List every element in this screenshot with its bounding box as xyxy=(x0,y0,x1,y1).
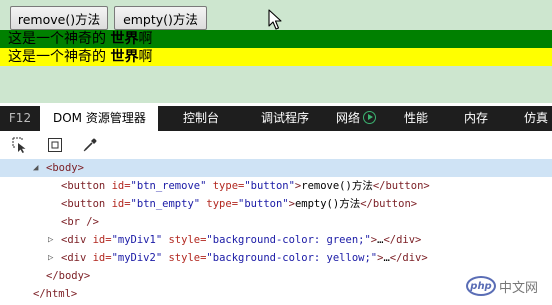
tag-open: <div xyxy=(61,234,93,246)
attr-value: "button" xyxy=(244,180,295,192)
attr-name: id= xyxy=(92,234,112,246)
tab-debugger[interactable]: 调试程序 xyxy=(261,106,309,131)
tab-network-label: 网络 xyxy=(336,111,361,125)
tree-node-br[interactable]: <br /> xyxy=(0,213,552,231)
my-div-1: 这是一个神奇的 世界啊 xyxy=(0,30,552,48)
expand-arrow-icon[interactable]: ▷ xyxy=(48,231,56,249)
tag-open: <button xyxy=(61,198,112,210)
tag-open: <button xyxy=(61,180,112,192)
remove-button[interactable]: remove()方法 xyxy=(10,6,108,30)
attr-name: id= xyxy=(92,252,112,264)
div1-bold: 世界 xyxy=(110,31,139,47)
tab-f12[interactable]: F12 xyxy=(0,106,40,131)
attr-name: type= xyxy=(206,180,245,192)
attr-name: style= xyxy=(162,234,207,246)
attr-name: style= xyxy=(162,252,207,264)
tag-end: </button> xyxy=(360,198,418,210)
tree-node-body[interactable]: ◢ <body> xyxy=(0,159,552,177)
attr-name: id= xyxy=(111,198,131,210)
div1-prefix: 这是一个神奇的 xyxy=(8,31,111,47)
devtools-tabbar: F12 DOM 资源管理器 控制台 调试程序 网络 性能 内存 仿真 xyxy=(0,106,552,131)
tag-open: <div xyxy=(61,252,93,264)
mouse-cursor-icon xyxy=(268,9,282,30)
php-cn-watermark: php 中文网 xyxy=(466,273,548,299)
my-div-2: 这是一个神奇的 世界啊 xyxy=(0,48,552,66)
tag-end: </div> xyxy=(383,234,422,246)
tree-node-btn-empty[interactable]: <button id="btn_empty" type="button">emp… xyxy=(0,195,552,213)
tab-console[interactable]: 控制台 xyxy=(183,106,219,131)
node-text: remove()方法 xyxy=(301,180,373,192)
div2-suffix: 啊 xyxy=(138,49,153,65)
highlight-element-icon[interactable] xyxy=(47,137,63,153)
tag-br: <br /> xyxy=(61,216,99,228)
dom-toolbar xyxy=(0,131,552,159)
php-logo: php xyxy=(466,276,496,296)
attr-value: "myDiv2" xyxy=(111,252,163,264)
tag-body-open: <body> xyxy=(46,162,84,174)
select-element-icon[interactable] xyxy=(12,137,28,153)
tag-html-close: </html> xyxy=(33,288,78,300)
expand-arrow-icon[interactable]: ▷ xyxy=(48,249,56,267)
div2-prefix: 这是一个神奇的 xyxy=(8,49,111,65)
attr-name: id= xyxy=(111,180,131,192)
tab-network[interactable]: 网络 xyxy=(336,106,377,131)
tab-dom-explorer[interactable]: DOM 资源管理器 xyxy=(40,106,158,131)
tree-node-div1[interactable]: ▷ <div id="myDiv1" style="background-col… xyxy=(0,231,552,249)
attr-value: "btn_empty" xyxy=(130,198,201,210)
div1-suffix: 啊 xyxy=(138,31,153,47)
color-picker-icon[interactable] xyxy=(82,137,98,153)
node-text: empty()方法 xyxy=(294,198,361,210)
tab-memory[interactable]: 内存 xyxy=(464,106,488,131)
tag-body-close: </body> xyxy=(46,270,91,282)
tag-end: </div> xyxy=(389,252,428,264)
div2-bold: 世界 xyxy=(110,49,139,65)
page-preview: remove()方法 empty()方法 这是一个神奇的 世界啊 这是一个神奇的… xyxy=(0,0,552,103)
tag-end: </button> xyxy=(372,180,430,192)
tree-node-div2[interactable]: ▷ <div id="myDiv2" style="background-col… xyxy=(0,249,552,267)
empty-button[interactable]: empty()方法 xyxy=(114,6,207,30)
attr-value: "button" xyxy=(238,198,289,210)
tab-performance[interactable]: 性能 xyxy=(404,106,428,131)
watermark-text: 中文网 xyxy=(499,280,539,296)
attr-value: "myDiv1" xyxy=(111,234,163,246)
attr-name: type= xyxy=(200,198,239,210)
record-play-icon[interactable] xyxy=(363,111,377,124)
attr-value: "btn_remove" xyxy=(130,180,207,192)
collapse-arrow-icon[interactable]: ◢ xyxy=(33,159,41,177)
tree-node-btn-remove[interactable]: <button id="btn_remove" type="button">re… xyxy=(0,177,552,195)
attr-value: "background-color: green;" xyxy=(206,234,371,246)
attr-value: "background-color: yellow;" xyxy=(206,252,378,264)
tab-emulation[interactable]: 仿真 xyxy=(524,106,548,131)
